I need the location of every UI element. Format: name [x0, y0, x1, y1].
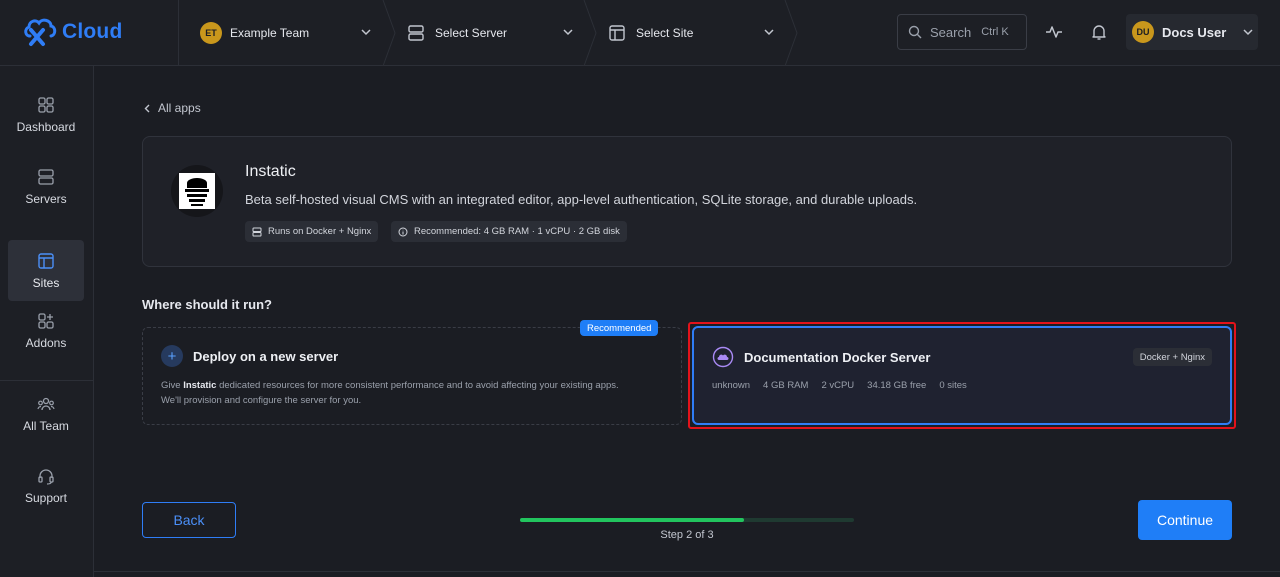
app-description: Beta self-hosted visual CMS with an inte… — [245, 192, 918, 207]
option-description: Give Instatic dedicated resources for mo… — [161, 378, 661, 408]
site-icon — [609, 25, 625, 41]
chevron-down-icon — [1243, 29, 1253, 36]
progress-bar — [520, 518, 854, 522]
progress-fill — [520, 518, 744, 522]
addons-icon — [38, 313, 54, 329]
app-name: Instatic — [245, 163, 296, 180]
server-selector[interactable]: Select Server — [407, 0, 582, 66]
sidebar-item-dashboard[interactable]: Dashboard — [8, 84, 84, 146]
user-name: Docs User — [1162, 24, 1227, 40]
option-title: Deploy on a new server — [193, 349, 339, 364]
chevron-down-icon — [764, 29, 774, 36]
sidebar-item-servers[interactable]: Servers — [8, 156, 84, 218]
existing-server-option[interactable]: Documentation Docker Server Docker + Ngi… — [692, 326, 1232, 425]
servers-icon — [38, 169, 54, 185]
site-selector[interactable]: Select Site — [608, 0, 783, 66]
server-stats: unknown 4 GB RAM 2 vCPU 34.18 GB free 0 … — [712, 380, 967, 391]
desc-prefix: Give — [161, 380, 181, 391]
server-icon — [408, 25, 424, 41]
server-cpu: 2 vCPU — [821, 380, 855, 391]
divider — [178, 0, 179, 66]
chip-label: Recommended: 4 GB RAM · 1 vCPU · 2 GB di… — [414, 226, 620, 237]
sites-icon — [38, 252, 54, 269]
server-name: Documentation Docker Server — [744, 350, 931, 365]
server-label: Select Server — [435, 26, 508, 40]
activity-icon[interactable] — [1044, 22, 1064, 42]
logo[interactable]: Cloud — [22, 14, 122, 50]
headset-icon — [38, 469, 54, 485]
server-runtime-tag: Docker + Nginx — [1132, 348, 1212, 366]
sidebar-item-label: Dashboard — [16, 120, 76, 134]
back-button[interactable]: Back — [142, 502, 236, 538]
bell-icon[interactable] — [1089, 22, 1109, 42]
team-avatar: ET — [200, 22, 222, 44]
server-status: unknown — [712, 380, 751, 391]
step-label: Step 2 of 3 — [660, 529, 714, 541]
search-label: Search — [930, 24, 972, 40]
desc-rest: dedicated resources for more consistent … — [219, 380, 619, 391]
user-menu-button[interactable]: DU Docs User — [1126, 14, 1258, 50]
deploy-new-server-option[interactable]: + Deploy on a new server Give Instatic d… — [142, 327, 682, 425]
recommended-badge: Recommended — [580, 320, 659, 336]
sidebar-item-label: All Team — [23, 419, 69, 433]
sidebar-item-label: Servers — [25, 192, 67, 206]
sidebar-item-sites[interactable]: Sites — [8, 240, 84, 301]
brand-name: Cloud — [62, 20, 123, 43]
chip-label: Runs on Docker + Nginx — [268, 226, 372, 237]
search-button[interactable]: Search Ctrl K — [897, 14, 1027, 50]
server-site-count: 0 sites — [939, 380, 967, 391]
desc-line2: We'll provision and configure the server… — [161, 395, 362, 406]
back-link-label: All apps — [158, 101, 201, 115]
info-icon — [398, 227, 408, 236]
plus-icon: + — [161, 345, 183, 367]
cloud-server-icon — [712, 346, 734, 368]
search-shortcut: Ctrl K — [981, 26, 1009, 38]
sidebar-item-all-team[interactable]: All Team — [8, 383, 84, 445]
team-label: Example Team — [230, 26, 310, 40]
sidebar-item-addons[interactable]: Addons — [8, 300, 84, 362]
server-ram: 4 GB RAM — [763, 380, 809, 391]
breadcrumb-separator — [583, 0, 597, 66]
team-selector[interactable]: ET Example Team — [200, 0, 380, 66]
requirements-chip: Recommended: 4 GB RAM · 1 vCPU · 2 GB di… — [391, 221, 627, 242]
app-icon — [171, 165, 223, 217]
sidebar-item-label: Addons — [25, 336, 67, 350]
top-bar: Cloud ET Example Team Select Server Sele… — [0, 0, 1280, 66]
sidebar-item-support[interactable]: Support — [8, 455, 84, 517]
all-apps-link[interactable]: All apps — [143, 101, 201, 115]
continue-button[interactable]: Continue — [1138, 500, 1232, 540]
divider — [94, 571, 1280, 572]
dashboard-icon — [38, 97, 54, 113]
sidebar: Dashboard Servers Sites Addons All Team … — [0, 66, 94, 577]
search-icon — [908, 25, 922, 39]
chevron-down-icon — [563, 29, 573, 36]
app-summary-card: Instatic Beta self-hosted visual CMS wit… — [142, 136, 1232, 267]
server-disk-free: 34.18 GB free — [867, 380, 927, 391]
divider — [0, 380, 94, 381]
user-avatar: DU — [1132, 21, 1154, 43]
cloud-logo-icon — [24, 18, 57, 46]
breadcrumb-separator — [382, 0, 396, 66]
breadcrumb-separator — [784, 0, 798, 66]
instatic-logo-icon — [179, 173, 215, 209]
runtime-chip: Runs on Docker + Nginx — [245, 221, 379, 242]
team-icon — [37, 397, 55, 411]
chevron-left-icon — [144, 104, 150, 112]
server-icon — [252, 227, 262, 236]
sidebar-item-label: Support — [24, 491, 68, 505]
site-label: Select Site — [636, 26, 694, 40]
sidebar-item-label: Sites — [32, 275, 60, 290]
desc-app-name: Instatic — [183, 380, 217, 391]
chevron-down-icon — [361, 29, 371, 36]
section-title: Where should it run? — [142, 297, 272, 312]
